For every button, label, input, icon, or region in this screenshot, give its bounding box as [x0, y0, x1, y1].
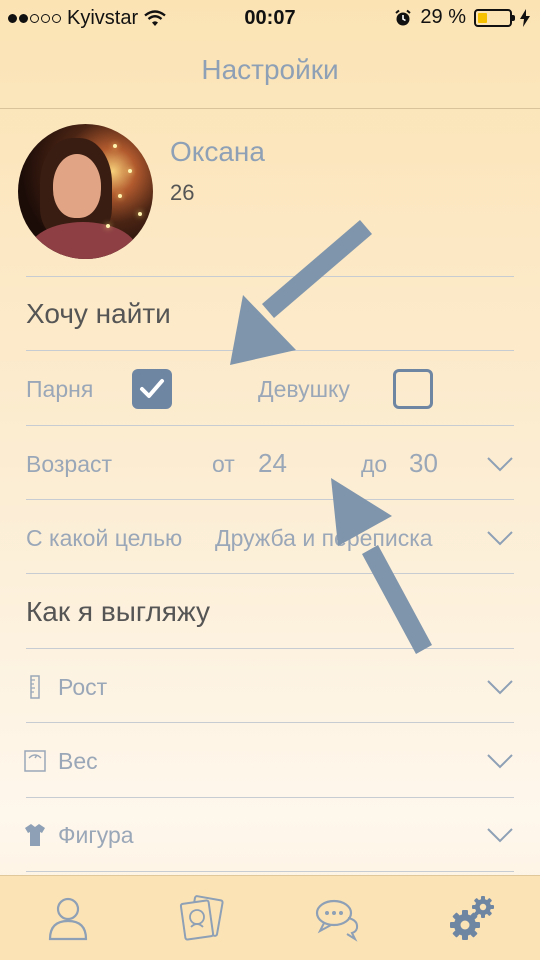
scale-icon [24, 750, 46, 772]
settings-icon[interactable] [448, 894, 496, 942]
female-checkbox[interactable] [393, 369, 433, 409]
divider [26, 276, 514, 277]
arrow-pointing-age [331, 478, 432, 654]
chevron-down-icon[interactable] [487, 821, 513, 847]
alarm-icon [395, 9, 412, 25]
divider [26, 573, 514, 574]
page-title: Настройки [201, 54, 339, 85]
male-label: Парня [26, 376, 94, 402]
navigation-bar: Настройки [0, 36, 540, 109]
shirt-icon [25, 824, 45, 846]
ruler-icon [30, 675, 40, 699]
divider [26, 797, 514, 798]
figure-label: Фигура [58, 822, 134, 848]
divider [26, 722, 514, 723]
age-to-value[interactable]: 30 [409, 448, 438, 479]
chevron-down-icon[interactable] [487, 673, 513, 699]
male-checkbox[interactable] [132, 369, 172, 409]
divider [26, 648, 514, 649]
cards-icon[interactable] [178, 894, 226, 942]
purpose-value: Дружба и переписка [215, 525, 433, 551]
profile-header[interactable]: Оксана 26 [18, 124, 518, 264]
chevron-down-icon[interactable] [487, 450, 513, 476]
chat-icon[interactable] [314, 894, 362, 942]
status-right: 29 % [394, 6, 530, 29]
appearance-heading: Как я выгляжу [26, 596, 210, 627]
purpose-label: С какой целью [26, 525, 183, 551]
battery-icon [474, 8, 515, 27]
age-from-value[interactable]: 24 [258, 448, 287, 479]
age-from-label: от [212, 451, 235, 477]
weight-label: Вес [58, 748, 98, 774]
divider [26, 350, 514, 351]
divider [26, 425, 514, 426]
chevron-down-icon[interactable] [487, 747, 513, 773]
female-label: Девушку [258, 376, 350, 402]
chevron-down-icon[interactable] [487, 524, 513, 550]
avatar[interactable] [18, 124, 153, 259]
status-bar: Kyivstar 00:07 29 % [0, 0, 540, 36]
divider [26, 499, 514, 500]
age-label: Возраст [26, 451, 113, 477]
charging-icon [520, 8, 530, 27]
age-to-label: до [361, 451, 388, 477]
tab-bar [0, 875, 540, 960]
profile-icon[interactable] [44, 894, 92, 942]
looking-for-heading: Хочу найти [26, 298, 171, 329]
battery-percent: 29 % [420, 6, 466, 28]
divider [26, 871, 514, 872]
profile-age: 26 [170, 180, 195, 205]
profile-name: Оксана [170, 136, 265, 167]
height-label: Рост [58, 674, 108, 700]
checkmark-icon [140, 379, 164, 398]
